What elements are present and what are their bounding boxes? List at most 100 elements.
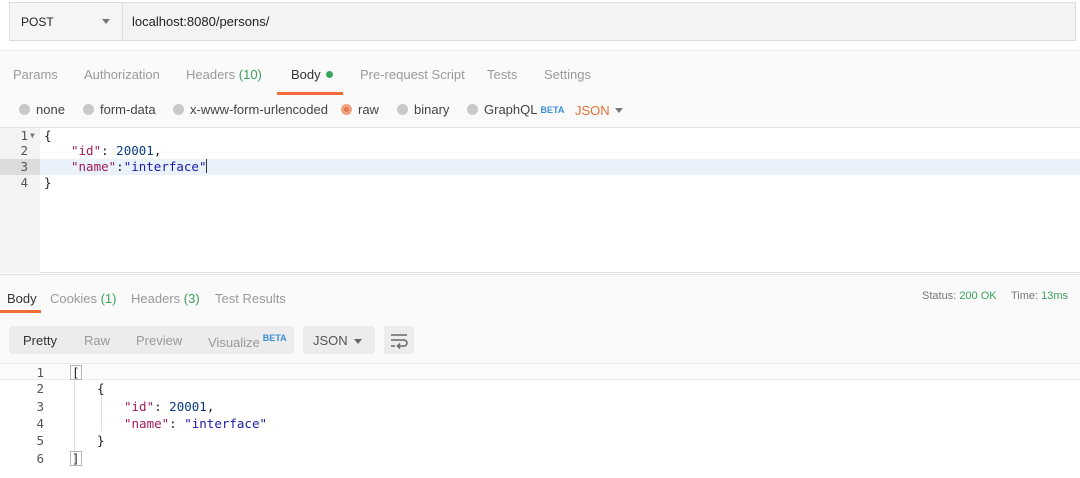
editor-line: 1 ▼ {	[0, 128, 1080, 144]
time-label: Time:	[1011, 290, 1039, 302]
response-headers-count: (3)	[183, 291, 200, 306]
tab-headers[interactable]: Headers (10)	[186, 67, 262, 82]
radio-circle-icon	[19, 104, 30, 115]
code-text: "id": 20001,	[124, 399, 215, 414]
response-line: 5 }	[0, 432, 1080, 449]
editor-line-active: 3 "name":"interface"	[0, 159, 1080, 175]
headers-count: (10)	[238, 67, 262, 82]
method-select[interactable]: POST	[10, 3, 123, 40]
wrap-lines-button[interactable]	[384, 326, 414, 354]
line-number: 2	[20, 143, 28, 158]
radio-selected-icon	[341, 104, 352, 115]
tab-settings[interactable]: Settings	[544, 67, 591, 82]
body-format-select[interactable]: JSON	[575, 103, 610, 118]
radio-form-data[interactable]: form-data	[83, 102, 156, 117]
body-type-selector: none form-data x-www-form-urlencoded raw…	[0, 95, 1080, 128]
line-number: 1	[20, 128, 28, 143]
radio-graphql-label: GraphQL	[484, 102, 538, 117]
beta-badge: BETA	[540, 104, 565, 115]
view-mode-group: Pretty Raw Preview Visualize BETA	[9, 326, 294, 354]
tab-authorization[interactable]: Authorization	[84, 67, 160, 82]
matched-bracket: [	[70, 365, 82, 380]
code-text: }	[44, 175, 52, 190]
time-value: 13ms	[1041, 290, 1069, 302]
response-line: 1 [	[0, 363, 1080, 380]
json-string: "interface"	[184, 416, 268, 431]
response-tab-headers[interactable]: Headers (3)	[131, 291, 200, 306]
response-tab-cookies[interactable]: Cookies (1)	[50, 291, 116, 306]
radio-urlencoded[interactable]: x-www-form-urlencoded	[173, 102, 328, 117]
response-tabs: Body Cookies (1) Headers (3) Test Result…	[0, 274, 1080, 316]
view-visualize-button[interactable]: Visualize BETA	[208, 333, 287, 350]
json-number: 20001	[116, 143, 154, 158]
json-key: "name"	[124, 416, 170, 431]
cookies-count: (1)	[100, 291, 117, 306]
code-text: "id": 20001,	[71, 143, 162, 158]
code-text: "name": "interface"	[124, 416, 268, 431]
radio-circle-icon	[173, 104, 184, 115]
modified-dot-icon	[325, 71, 333, 78]
response-line: 6 ]	[0, 450, 1080, 467]
text-cursor	[206, 159, 208, 173]
url-input[interactable]: localhost:8080/persons/	[123, 3, 1075, 40]
radio-circle-icon	[397, 104, 408, 115]
code-text: {	[97, 381, 105, 396]
tab-headers-label: Headers	[186, 67, 236, 82]
line-number: 6	[36, 451, 44, 466]
editor-line: 4 }	[0, 175, 1080, 191]
radio-graphql[interactable]: GraphQL BETA	[467, 102, 564, 117]
radio-raw-label: raw	[358, 102, 379, 117]
radio-none-label: none	[36, 102, 65, 117]
radio-raw[interactable]: raw	[341, 102, 379, 117]
visualize-label: Visualize	[208, 335, 260, 350]
cookies-label: Cookies	[50, 291, 97, 306]
tab-body-label: Body	[291, 67, 321, 82]
line-number: 5	[36, 433, 44, 448]
line-number: 3	[0, 159, 40, 175]
json-key: "name"	[71, 159, 117, 174]
json-number: 20001	[169, 399, 207, 414]
response-toolbar: Pretty Raw Preview Visualize BETA JSON	[0, 316, 1080, 363]
response-line: 2 {	[0, 380, 1080, 397]
code-text: ]	[70, 450, 82, 467]
method-label: POST	[21, 14, 54, 29]
status-value: 200 OK	[959, 290, 997, 302]
line-number: 4	[36, 416, 44, 431]
status-indicator: Status: 200 OK	[922, 290, 997, 302]
chevron-down-icon	[102, 19, 110, 24]
request-tabs: Params Authorization Headers (10) Body P…	[0, 50, 1080, 95]
time-indicator: Time: 13ms	[1011, 290, 1068, 302]
request-body-editor[interactable]: 1 ▼ { 2 "id": 20001, 3 "name":"interface…	[0, 128, 1080, 273]
view-raw-button[interactable]: Raw	[84, 333, 110, 348]
view-pretty-button[interactable]: Pretty	[23, 333, 57, 348]
code-text: [	[70, 364, 82, 381]
code-text: {	[44, 128, 52, 143]
radio-binary-label: binary	[414, 102, 450, 117]
matched-bracket: ]	[70, 451, 82, 466]
tab-prerequest-script[interactable]: Pre-request Script	[360, 67, 465, 82]
radio-circle-icon	[467, 104, 478, 115]
line-number: 2	[36, 381, 44, 396]
radio-none[interactable]: none	[19, 102, 65, 117]
tab-params[interactable]: Params	[13, 67, 58, 82]
response-tab-test-results[interactable]: Test Results	[215, 291, 286, 306]
view-preview-button[interactable]: Preview	[136, 333, 182, 348]
response-format-select[interactable]: JSON	[303, 326, 375, 354]
fold-arrow-icon[interactable]: ▼	[30, 128, 35, 144]
response-tab-body[interactable]: Body	[7, 291, 37, 306]
chevron-down-icon	[354, 339, 362, 344]
json-key: "id"	[71, 143, 102, 158]
radio-urlencoded-label: x-www-form-urlencoded	[190, 102, 328, 117]
tab-tests[interactable]: Tests	[487, 67, 517, 82]
code-text: "name":"interface"	[71, 159, 208, 174]
code-text: }	[97, 433, 105, 448]
beta-badge: BETA	[262, 333, 287, 343]
tab-body[interactable]: Body	[291, 67, 333, 82]
response-body-viewer[interactable]: 1 [ 2 { 3 "id": 20001, 4 "name": "interf…	[0, 363, 1080, 478]
line-number: 3	[36, 399, 44, 414]
radio-circle-icon	[83, 104, 94, 115]
editor-line: 2 "id": 20001,	[0, 143, 1080, 159]
response-headers-label: Headers	[131, 291, 181, 306]
radio-binary[interactable]: binary	[397, 102, 449, 117]
chevron-down-icon	[615, 108, 623, 113]
